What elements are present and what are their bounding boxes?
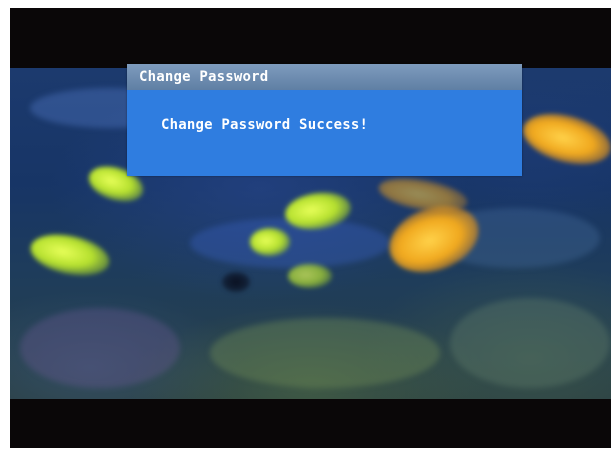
yellow-green-fish (26, 228, 114, 282)
yellow-green-fish (250, 228, 290, 256)
yellow-green-fish (288, 264, 332, 288)
reef-patch (20, 308, 180, 388)
water-streak (190, 218, 390, 268)
dialog-title: Change Password (127, 64, 522, 90)
dark-fish (222, 272, 250, 292)
change-password-dialog: Change Password Change Password Success! (127, 64, 522, 176)
tv-screen: Change Password Change Password Success! (10, 8, 611, 448)
reef-patch (210, 318, 440, 388)
orange-fish (517, 105, 611, 173)
reef-patch (450, 298, 610, 388)
success-message: Change Password Success! (161, 117, 369, 133)
